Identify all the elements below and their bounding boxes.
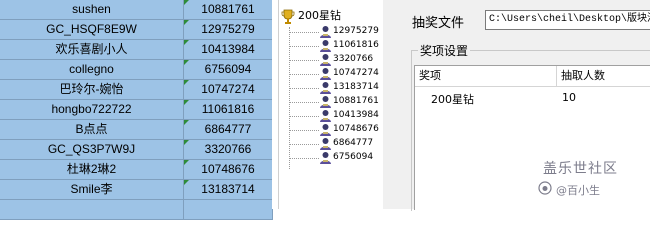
id-cell[interactable]: 10747274: [184, 80, 273, 100]
name-cell[interactable]: hongbo722722: [0, 100, 184, 120]
tree-connector: [289, 130, 319, 131]
sheet-row: GC_QS3P7W9J 3320766: [0, 140, 278, 160]
user-icon: [320, 82, 331, 94]
tree-root-label[interactable]: 200星钻: [298, 9, 341, 23]
tree-node-label: 10748676: [333, 124, 379, 134]
name-cell[interactable]: B点点: [0, 120, 184, 140]
tree-connector: [289, 102, 319, 103]
number-as-text-marker: [184, 60, 189, 65]
user-icon: [320, 96, 331, 108]
id-cell[interactable]: 3320766: [184, 140, 273, 160]
user-icon: [320, 54, 331, 66]
name-cell[interactable]: GC_HSQF8E9W: [0, 20, 184, 40]
number-as-text-marker: [184, 20, 189, 25]
id-cell[interactable]: 6756094: [184, 60, 273, 80]
name-cell[interactable]: GC_QS3P7W9J: [0, 140, 184, 160]
id-cell[interactable]: 12975279: [184, 20, 273, 40]
watermark-title: 盖乐世社区: [543, 161, 618, 177]
name-cell[interactable]: sushen: [0, 0, 184, 20]
user-icon: [320, 138, 331, 150]
sheet-row: sushen 10881761: [0, 0, 278, 20]
tree-node-label: 3320766: [333, 54, 374, 64]
watermark-author: @百小生: [556, 184, 600, 197]
prize-list[interactable]: 奖项 抽取人数 200星钻 10: [414, 65, 650, 210]
sheet-row: B点点 6864777: [0, 120, 278, 140]
tree-node-label: 10881761: [333, 96, 379, 106]
sheet-row: Smile李 13183714: [0, 180, 278, 200]
number-as-text-marker: [184, 0, 189, 5]
tree-node-label: 13183714: [333, 82, 379, 92]
id-cell[interactable]: 6864777: [184, 120, 273, 140]
lottery-file-label: 抽奖文件: [412, 16, 465, 31]
winner-tree: 200星钻 12975279 11061816 3320766 10747274 131…: [278, 0, 383, 209]
id-cell[interactable]: 13183714: [184, 180, 273, 200]
tree-node-label: 12975279: [333, 26, 379, 36]
tree-connector: [289, 116, 319, 117]
spreadsheet: sushen 10881761 GC_HSQF8E9W 12975279 欢乐喜…: [0, 0, 278, 220]
trophy-icon: [281, 9, 295, 24]
tree-node[interactable]: 6756094: [289, 150, 379, 166]
tree-connector: [289, 158, 319, 159]
number-as-text-marker: [184, 160, 189, 165]
sheet-row: 杜琳2琳2 10748676: [0, 160, 278, 180]
sheet-row: GC_HSQF8E9W 12975279: [0, 20, 278, 40]
tree-connector: [289, 32, 319, 33]
number-as-text-marker: [184, 180, 189, 185]
lottery-file-path-field[interactable]: C:\Users\cheil\Desktop\版块活: [485, 10, 650, 30]
number-as-text-marker: [184, 140, 189, 145]
sheet-row: collegno 6756094: [0, 60, 278, 80]
number-as-text-marker: [184, 80, 189, 85]
id-cell[interactable]: 10881761: [184, 0, 273, 20]
tree-node-label: 11061816: [333, 40, 379, 50]
user-icon: [320, 40, 331, 52]
name-cell[interactable]: 巴玲尔-婉怡: [0, 80, 184, 100]
prize-settings-title: 奖项设置: [418, 42, 471, 59]
tree-connector: [289, 144, 319, 145]
tree-connector: [289, 46, 319, 47]
tree-node-label: 6756094: [333, 152, 374, 162]
name-cell[interactable]: 欢乐喜剧小人: [0, 40, 184, 60]
id-cell[interactable]: 10748676: [184, 160, 273, 180]
column-header-prize[interactable]: 奖项: [415, 66, 557, 86]
number-as-text-marker: [184, 100, 189, 105]
name-cell[interactable]: Smile李: [0, 180, 184, 200]
name-cell[interactable]: 杜琳2琳2: [0, 160, 184, 180]
tree-node-label: 6864777: [333, 138, 374, 148]
number-as-text-marker: [184, 40, 189, 45]
tree-node-label: 10413984: [333, 110, 379, 120]
user-icon: [320, 110, 331, 122]
user-icon: [320, 26, 331, 38]
id-cell[interactable]: 11061816: [184, 100, 273, 120]
prize-name-cell[interactable]: 200星钻: [431, 91, 474, 107]
id-cell[interactable]: 10413984: [184, 40, 273, 60]
user-icon: [320, 152, 331, 164]
sheet-row: [0, 200, 278, 220]
sheet-row: 欢乐喜剧小人 10413984: [0, 40, 278, 60]
prize-list-header: 奖项 抽取人数: [415, 66, 650, 87]
tree-connector: [289, 60, 319, 61]
name-cell[interactable]: collegno: [0, 60, 184, 80]
column-header-count[interactable]: 抽取人数: [557, 66, 650, 86]
name-cell[interactable]: [0, 200, 184, 220]
id-cell[interactable]: [184, 200, 273, 220]
sheet-row: 巴玲尔-婉怡 10747274: [0, 80, 278, 100]
tree-connector: [289, 88, 319, 89]
sheet-row: hongbo722722 11061816: [0, 100, 278, 120]
tree-node-label: 10747274: [333, 68, 379, 78]
prize-count-cell[interactable]: 10: [562, 91, 576, 104]
number-as-text-marker: [184, 120, 189, 125]
tree-connector: [289, 74, 319, 75]
user-icon: [320, 124, 331, 136]
user-icon: [320, 68, 331, 80]
weibo-logo-icon: [538, 181, 552, 195]
